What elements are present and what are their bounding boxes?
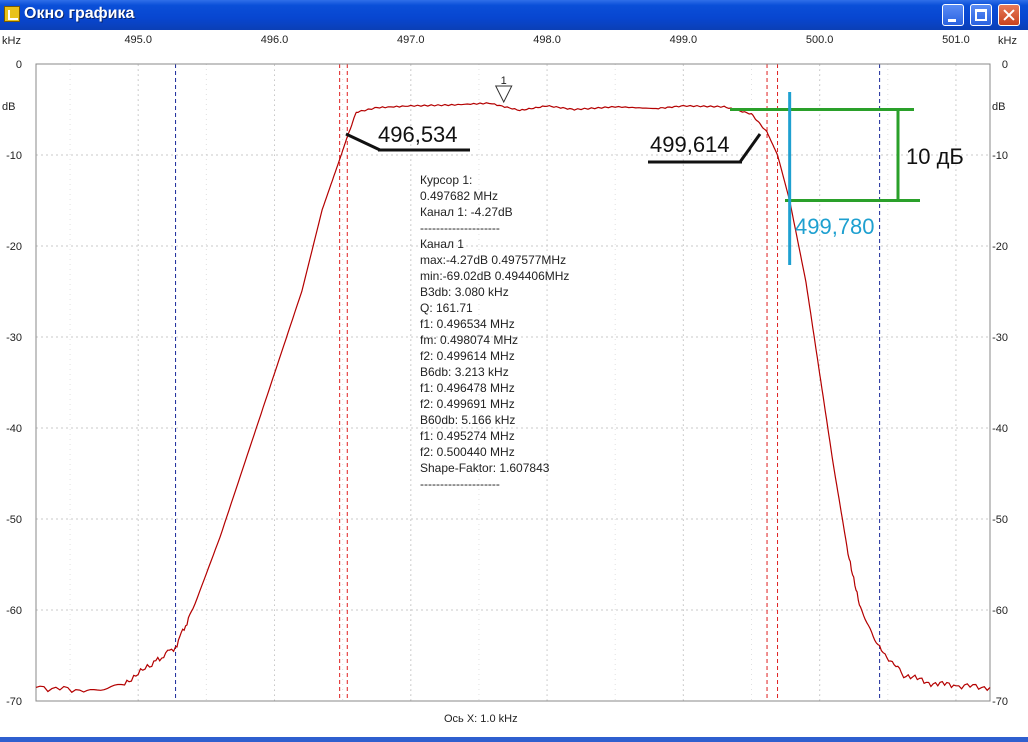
left-freq-annotation: 496,534 <box>378 122 458 147</box>
right-freq-annotation: 499,614 <box>650 132 730 157</box>
info-line: B60db: 5.166 kHz <box>420 413 515 427</box>
info-line: Курсор 1: <box>420 173 472 187</box>
y-tick-label-left: -10 <box>6 150 22 162</box>
cursor-label: 1 <box>501 75 507 87</box>
minimize-button[interactable] <box>942 4 964 26</box>
window-bottom-border <box>0 737 1028 742</box>
maximize-button[interactable] <box>970 4 992 26</box>
info-line: Q: 161.71 <box>420 301 473 315</box>
info-line: Канал 1: -4.27dB <box>420 205 513 219</box>
y-tick-label-right: -30 <box>992 332 1008 344</box>
y-tick-label-left: -60 <box>6 605 22 617</box>
info-line: 0.497682 MHz <box>420 189 498 203</box>
info-line: f2: 0.499614 MHz <box>420 349 515 363</box>
x-tick-label: 496.0 <box>261 34 289 46</box>
y-tick-label-right: -50 <box>992 514 1008 526</box>
info-line: -------------------- <box>420 221 500 235</box>
info-line: B6db: 3.213 kHz <box>420 365 509 379</box>
unit-top-left: kHz <box>2 35 21 47</box>
x-tick-label: 497.0 <box>397 34 425 46</box>
info-line: min:-69.02dB 0.494406MHz <box>420 269 569 283</box>
info-line: Канал 1 <box>420 237 464 251</box>
y-tick-label-left: -30 <box>6 332 22 344</box>
unit-top-right: kHz <box>998 35 1017 47</box>
blue-freq-annotation: 499,780 <box>795 214 875 239</box>
title-bar[interactable]: Окно графика <box>0 0 1028 30</box>
y-tick-label-left: 0 <box>16 59 22 71</box>
y-tick-label-left: -40 <box>6 423 22 435</box>
y-tick-label-left: -20 <box>6 241 22 253</box>
app-icon <box>4 6 20 22</box>
info-line: fm: 0.498074 MHz <box>420 333 518 347</box>
x-axis-caption: Ось X: 1.0 kHz <box>444 713 518 725</box>
x-tick-label: 501.0 <box>942 34 970 46</box>
info-line: f1: 0.496478 MHz <box>420 381 515 395</box>
y-tick-label-right: -40 <box>992 423 1008 435</box>
x-tick-label: 495.0 <box>124 34 152 46</box>
db-span-annotation: 10 дБ <box>906 144 964 169</box>
y-tick-label-right: -70 <box>992 696 1008 708</box>
unit-side-right: dB <box>992 101 1005 113</box>
info-line: max:-4.27dB 0.497577MHz <box>420 253 566 267</box>
close-button[interactable] <box>998 4 1020 26</box>
unit-side-left: dB <box>2 101 15 113</box>
y-tick-label-left: -50 <box>6 514 22 526</box>
x-tick-label: 498.0 <box>533 34 561 46</box>
info-line: Shape-Faktor: 1.607843 <box>420 461 550 475</box>
info-line: -------------------- <box>420 477 500 491</box>
info-line: f1: 0.496534 MHz <box>420 317 515 331</box>
info-line: B3db: 3.080 kHz <box>420 285 509 299</box>
y-tick-label-left: -70 <box>6 696 22 708</box>
info-line: f2: 0.499691 MHz <box>420 397 515 411</box>
x-tick-label: 499.0 <box>670 34 698 46</box>
window-title: Окно графика <box>24 5 135 22</box>
x-tick-label: 500.0 <box>806 34 834 46</box>
info-line: f1: 0.495274 MHz <box>420 429 515 443</box>
graph-area[interactable]: 495.0 496.0 497.0 498.0 499.0 500.0 501.0 0 0 -1… <box>0 30 1028 737</box>
info-line: f2: 0.500440 MHz <box>420 445 515 459</box>
y-tick-label-right: -20 <box>992 241 1008 253</box>
y-tick-label-right: -60 <box>992 605 1008 617</box>
y-tick-label-right: -10 <box>992 150 1008 162</box>
y-tick-label-right: 0 <box>1002 59 1008 71</box>
